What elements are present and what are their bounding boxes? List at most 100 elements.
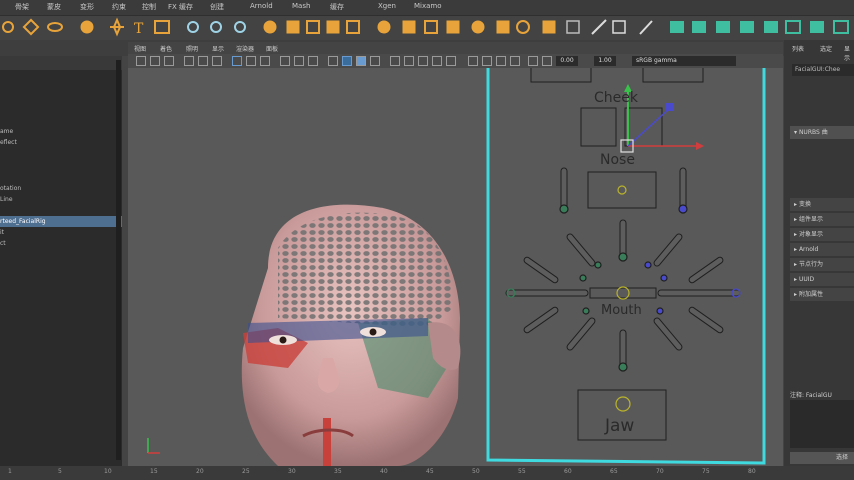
slider-control[interactable]: [657, 289, 741, 297]
control-handle[interactable]: [618, 252, 628, 262]
menu-item[interactable]: 约束: [112, 2, 126, 12]
shelf-icon[interactable]: [516, 20, 530, 34]
menu-item[interactable]: FX 缓存: [168, 2, 193, 12]
outliner-scrollbar[interactable]: [116, 60, 121, 460]
tab-selected[interactable]: 选定: [820, 44, 832, 53]
toolbar-icon[interactable]: [212, 56, 222, 66]
select-button[interactable]: 选择: [790, 452, 854, 464]
toolbar-icon[interactable]: [136, 56, 146, 66]
outliner-item[interactable]: it: [0, 227, 122, 238]
toolbar-icon[interactable]: [496, 56, 506, 66]
toolbar-icon[interactable]: [280, 56, 290, 66]
menu-item[interactable]: 控制: [142, 2, 156, 12]
exposure-field[interactable]: 0.00: [556, 56, 578, 66]
slider-control[interactable]: [523, 306, 559, 334]
viewport-menu-renderer[interactable]: 渲染器: [236, 44, 254, 53]
tab-display[interactable]: 显示: [844, 44, 854, 62]
shelf-icon[interactable]: [612, 20, 626, 34]
shelf-icon[interactable]: [716, 21, 730, 33]
outliner-item[interactable]: eflect: [0, 137, 122, 148]
shelf-icon[interactable]: [764, 21, 778, 33]
slider-control[interactable]: [566, 317, 596, 351]
shelf-icon[interactable]: [692, 21, 706, 33]
viewport-menu-view[interactable]: 视图: [134, 44, 146, 53]
shelf-icon[interactable]: [154, 20, 170, 34]
toolbar-icon[interactable]: [418, 56, 428, 66]
toolbar-icon[interactable]: [356, 56, 366, 66]
toolbar-icon[interactable]: [246, 56, 256, 66]
shelf-icon[interactable]: [740, 21, 754, 33]
toolbar-icon[interactable]: [528, 56, 538, 66]
outliner-item[interactable]: Line: [0, 194, 122, 205]
menu-item[interactable]: Mash: [292, 2, 310, 10]
outliner-item[interactable]: [0, 148, 122, 159]
shelf-icon[interactable]: [306, 20, 320, 34]
notes-textarea[interactable]: [790, 400, 854, 448]
shelf-icon[interactable]: [785, 20, 801, 34]
tab-list[interactable]: 列表: [792, 44, 804, 53]
outliner-item[interactable]: [0, 205, 122, 216]
viewport-menu-lighting[interactable]: 照明: [186, 44, 198, 53]
menu-item[interactable]: Mixamo: [414, 2, 442, 10]
control-handle[interactable]: [678, 204, 688, 214]
3d-viewport[interactable]: Cheek Nose Mouth Jaw: [128, 68, 783, 466]
outliner-item-selected[interactable]: rteed_FacialRig: [0, 216, 122, 227]
timeline[interactable]: 1 5 10 15 20 25 30 35 40 45 50 55 60 65 …: [0, 466, 854, 480]
slider-control[interactable]: [679, 167, 687, 211]
shelf-icon[interactable]: [810, 21, 824, 33]
section-object-display[interactable]: ▸ 对象显示: [790, 228, 854, 241]
control-handle[interactable]: [579, 274, 587, 282]
viewport-menu-panels[interactable]: 面板: [266, 44, 278, 53]
outliner-item[interactable]: ct: [0, 238, 122, 249]
toolbar-icon[interactable]: [260, 56, 270, 66]
toolbar-icon[interactable]: [390, 56, 400, 66]
shelf-icon[interactable]: [639, 20, 653, 35]
section-extra-attributes[interactable]: ▸ 附加属性: [790, 288, 854, 301]
toolbar-icon[interactable]: [232, 56, 242, 66]
toolbar-icon[interactable]: [308, 56, 318, 66]
control-handle[interactable]: [594, 261, 602, 269]
slider-control[interactable]: [688, 256, 724, 284]
outliner-search[interactable]: [0, 56, 122, 70]
section-transform[interactable]: ▸ 变换: [790, 198, 854, 211]
shelf-icon[interactable]: [542, 20, 556, 34]
shelf-icon[interactable]: [22, 18, 40, 36]
shelf-icon[interactable]: [286, 20, 300, 34]
section-header[interactable]: ▾ NURBS 曲: [790, 126, 854, 139]
toolbar-icon[interactable]: [164, 56, 174, 66]
shelf-icon[interactable]: [446, 20, 460, 34]
control-handle[interactable]: [656, 307, 664, 315]
toolbar-icon[interactable]: [542, 56, 552, 66]
shelf-icon[interactable]: [326, 20, 340, 34]
outliner-item[interactable]: [0, 170, 122, 181]
text-tool-icon[interactable]: T: [134, 21, 144, 37]
outliner-item[interactable]: [0, 76, 122, 87]
control-handle[interactable]: [582, 307, 590, 315]
menu-item[interactable]: Xgen: [378, 2, 396, 10]
gamma-field[interactable]: 1.00: [594, 56, 616, 66]
toolbar-icon[interactable]: [342, 56, 352, 66]
shelf-icon[interactable]: [47, 22, 63, 32]
shelf-icon[interactable]: [210, 21, 222, 33]
slider-control[interactable]: [505, 289, 589, 297]
shelf-icon[interactable]: [377, 20, 391, 34]
shelf-icon[interactable]: [234, 21, 246, 33]
character-head[interactable]: [241, 204, 461, 466]
shelf-icon[interactable]: [424, 20, 438, 34]
toolbar-icon[interactable]: [482, 56, 492, 66]
toolbar-icon[interactable]: [468, 56, 478, 66]
shelf-icon[interactable]: [566, 20, 580, 34]
toolbar-icon[interactable]: [184, 56, 194, 66]
shelf-icon[interactable]: [80, 20, 94, 34]
section-node-behavior[interactable]: ▸ 节点行为: [790, 258, 854, 271]
section-component-display[interactable]: ▸ 组件显示: [790, 213, 854, 226]
toolbar-icon[interactable]: [294, 56, 304, 66]
control-handle[interactable]: [617, 185, 627, 195]
shelf-icon[interactable]: [591, 19, 607, 35]
menu-item[interactable]: 创建: [210, 2, 224, 12]
colorspace-dropdown[interactable]: sRGB gamma: [632, 56, 736, 66]
toolbar-icon[interactable]: [150, 56, 160, 66]
control-handle[interactable]: [618, 362, 628, 372]
section-uuid[interactable]: ▸ UUID: [790, 273, 854, 286]
toolbar-icon[interactable]: [198, 56, 208, 66]
